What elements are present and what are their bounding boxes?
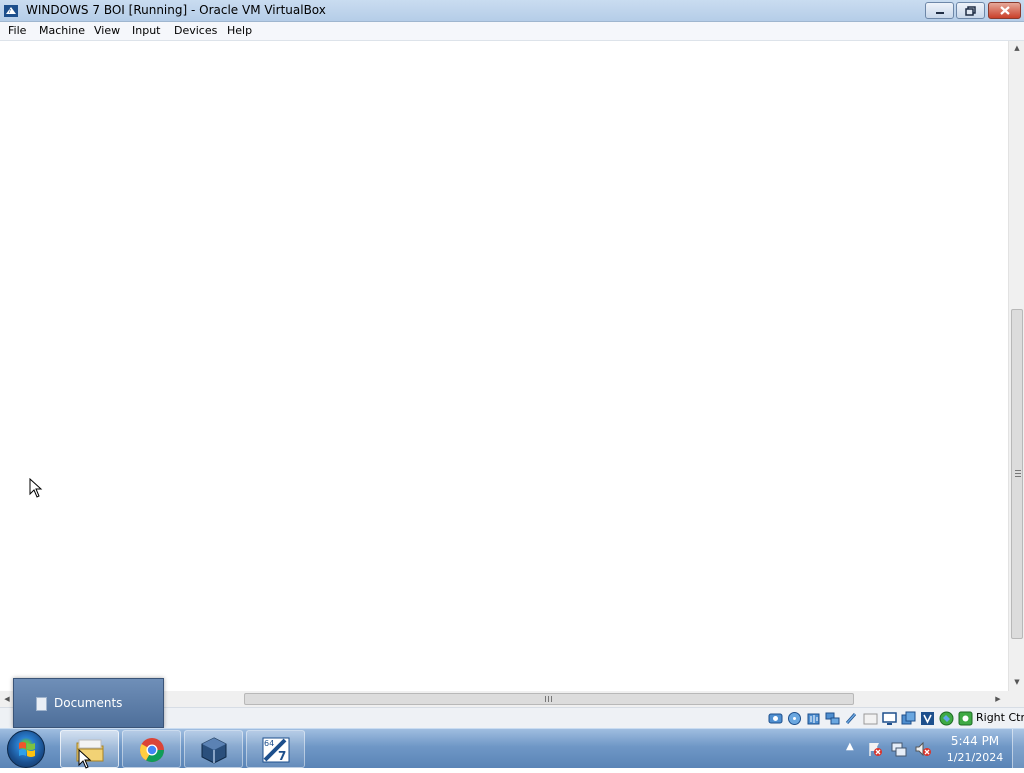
svg-text:7: 7 [278,749,286,763]
taskbar-vm-button[interactable]: 64 7 [246,730,305,768]
menu-help[interactable]: Help [227,24,252,37]
windows7-64bit-vm-icon: 64 7 [262,737,290,763]
documents-label[interactable]: Documents [54,696,122,710]
menu-machine[interactable]: Machine [39,24,85,37]
usb-icon[interactable] [844,711,859,726]
menu-bar: File Machine View Input Devices Help [0,22,1024,41]
shared-folders-icon[interactable] [863,711,878,726]
horizontal-scroll-thumb[interactable] [244,693,854,705]
volume-muted-icon[interactable] [915,741,931,757]
clock-time[interactable]: 5:44 PM [950,734,1000,748]
taskbar: 64 7 ▲ 5:44 PM 1/21/2024 [0,728,1024,769]
optical-drive-icon[interactable] [787,711,802,726]
taskbar-chrome-button[interactable] [122,730,181,768]
vertical-scrollbar[interactable]: ▲ ▼ [1008,41,1024,691]
cpu-icon[interactable] [939,711,954,726]
taskbar-virtualbox-button[interactable] [184,730,243,768]
mouse-cursor-icon [29,478,43,498]
recording-icon[interactable] [901,711,916,726]
audio-icon[interactable] [806,711,821,726]
documents-jumplist-popup[interactable]: Documents [13,678,164,728]
scroll-right-arrow-icon[interactable]: ▶ [991,691,1005,707]
vm-display[interactable] [0,41,1008,691]
show-hidden-icons-arrow-icon[interactable]: ▲ [846,741,854,752]
svg-text:7: 7 [8,9,11,15]
clock-date[interactable]: 1/21/2024 [944,751,1006,764]
scroll-corner [1008,691,1024,707]
host-key-label[interactable]: Right Ctrl [976,711,1024,724]
menu-devices[interactable]: Devices [174,24,217,37]
show-desktop-button[interactable] [1012,729,1024,769]
menu-file[interactable]: File [8,24,26,37]
scroll-up-arrow-icon[interactable]: ▲ [1009,41,1024,55]
display-icon[interactable] [882,711,897,726]
menu-input[interactable]: Input [132,24,160,37]
virtualbox-cube-icon [201,737,227,764]
action-center-flag-icon[interactable] [867,741,883,757]
hard-disk-icon[interactable] [768,711,783,726]
close-icon [999,6,1010,15]
vertical-scroll-thumb[interactable] [1011,309,1023,639]
restore-button[interactable] [956,2,985,19]
scroll-down-arrow-icon[interactable]: ▼ [1009,675,1024,689]
mouse-integration-icon[interactable] [958,711,973,726]
network-icon[interactable] [825,711,840,726]
title-bar[interactable]: 7 WINDOWS 7 BOI [Running] - Oracle VM Vi… [0,0,1024,22]
scroll-grip-icon [545,696,552,702]
close-button[interactable] [988,2,1021,19]
minimize-icon [935,11,944,14]
window-title: WINDOWS 7 BOI [Running] - Oracle VM Virt… [26,3,326,17]
windows-logo-icon [19,742,35,757]
scroll-grip-icon [1015,470,1021,477]
vm-window-icon[interactable] [920,711,935,726]
network-tray-icon[interactable] [891,741,907,757]
document-icon [36,697,47,711]
scroll-left-arrow-icon[interactable]: ◀ [0,691,14,707]
chrome-icon [140,738,164,763]
svg-text:64: 64 [264,739,274,748]
virtualbox-app-icon: 7 [4,5,18,17]
minimize-button[interactable] [925,2,954,19]
start-button[interactable] [7,730,45,768]
host-mouse-cursor-icon [78,749,92,769]
restore-icon [964,5,976,16]
menu-view[interactable]: View [94,24,120,37]
